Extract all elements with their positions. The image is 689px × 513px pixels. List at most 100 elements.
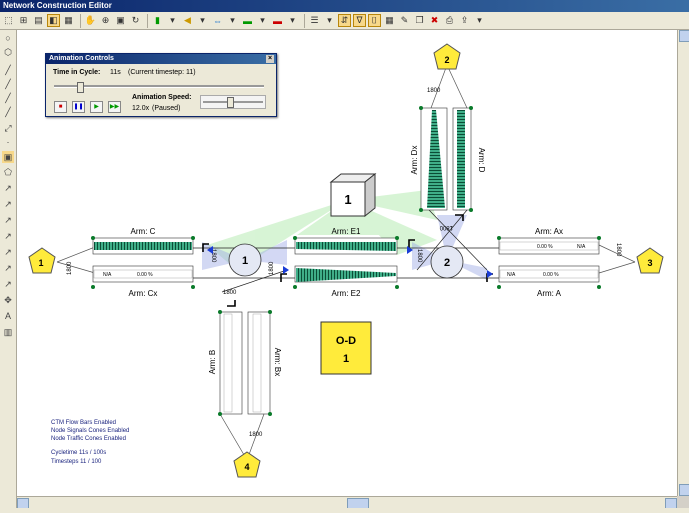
- node-1[interactable]: 1: [228, 243, 262, 277]
- arm-cx-pct: 0.00 %: [137, 272, 153, 278]
- connector-lines: [56, 64, 636, 461]
- arm-b-capacity: 1800: [223, 290, 237, 296]
- status-bar: [0, 508, 689, 513]
- speed-slider[interactable]: [200, 95, 266, 109]
- time-in-cycle-value: 11s: [110, 69, 121, 76]
- link-icon[interactable]: ⇔: [211, 14, 224, 27]
- save-icon[interactable]: ▤: [32, 14, 45, 27]
- time-slider[interactable]: [54, 82, 264, 93]
- arm-d-label: Arm: D: [477, 148, 486, 173]
- arm-cx-na: N/A: [103, 272, 112, 278]
- arrow-tool-icon[interactable]: ↗: [2, 278, 14, 290]
- delete-icon[interactable]: ✖: [428, 14, 441, 27]
- pause-button[interactable]: ❚❚: [72, 101, 85, 113]
- chevron-down-icon[interactable]: ▾: [166, 14, 179, 27]
- brush-tool-icon[interactable]: ╱: [2, 92, 14, 104]
- info-signal-cones: Node Signals Cones Enabled: [51, 428, 130, 434]
- connector-tool-icon[interactable]: ⤢: [2, 122, 14, 134]
- arrow-left-icon[interactable]: ◀: [181, 14, 194, 27]
- flow-icon[interactable]: ⇵: [338, 14, 351, 27]
- red-bar-icon[interactable]: ▬: [271, 14, 284, 27]
- arrow-tool-icon[interactable]: ↗: [2, 198, 14, 210]
- arm-ax-capacity: 1800: [615, 243, 621, 257]
- export-icon[interactable]: ⇪: [458, 14, 471, 27]
- circle-tool-icon[interactable]: ○: [2, 32, 14, 44]
- info-timesteps: Timesteps 11 / 100: [51, 459, 102, 465]
- node-2[interactable]: 2: [430, 245, 464, 279]
- fit-icon[interactable]: ▣: [114, 14, 127, 27]
- grid-icon[interactable]: ▦: [62, 14, 75, 27]
- filter-icon[interactable]: ∇: [353, 14, 366, 27]
- speed-slider-thumb[interactable]: [227, 97, 235, 108]
- zoom-icon[interactable]: ⊕: [99, 14, 112, 27]
- scroll-up-arrow[interactable]: [679, 30, 689, 42]
- animation-dialog-title-text: Animation Controls: [49, 55, 114, 62]
- print-icon[interactable]: ⎙: [443, 14, 456, 27]
- animation-controls-dialog: Animation Controls × Time in Cycle: 11s …: [45, 53, 277, 117]
- stop-button[interactable]: ■: [54, 101, 67, 113]
- chevron-down-icon[interactable]: ▾: [196, 14, 209, 27]
- arm-a[interactable]: N/A 0.00 % Arm: A: [497, 265, 601, 298]
- hand-icon[interactable]: ✋: [84, 14, 97, 27]
- arm-tool-icon[interactable]: ◧: [47, 14, 60, 27]
- green-bar-icon[interactable]: ▬: [241, 14, 254, 27]
- line-tool-icon[interactable]: ╱: [2, 64, 14, 76]
- chevron-down-icon[interactable]: ▾: [226, 14, 239, 27]
- zone-1[interactable]: 1: [28, 247, 56, 274]
- animation-speed-value: 12.0x: [132, 105, 150, 112]
- chevron-down-icon[interactable]: ▾: [256, 14, 269, 27]
- chevron-down-icon[interactable]: ▾: [473, 14, 486, 27]
- animation-speed-state: (Paused): [152, 105, 181, 112]
- refresh-icon[interactable]: ↻: [129, 14, 142, 27]
- arm-e2[interactable]: Arm: E2: [293, 265, 399, 298]
- arrow-tool-icon[interactable]: ↗: [2, 214, 14, 226]
- layers-icon[interactable]: ☰: [308, 14, 321, 27]
- cube-tool-icon[interactable]: ⬡: [2, 46, 14, 58]
- table-icon[interactable]: ▦: [383, 14, 396, 27]
- arrow-tool-icon[interactable]: ↗: [2, 246, 14, 258]
- arm-ax[interactable]: 0.00 % N/A Arm: Ax: [497, 227, 601, 255]
- play-button[interactable]: ▶: [90, 101, 103, 113]
- arm-ax-na: N/A: [577, 244, 586, 250]
- green-line-tool-icon[interactable]: ╱: [2, 78, 14, 90]
- chevron-down-icon[interactable]: ▾: [323, 14, 336, 27]
- od-matrix-box[interactable]: O-D 1: [320, 321, 372, 375]
- arm-d[interactable]: Arm: D: [452, 106, 486, 212]
- move-tool-icon[interactable]: ✥: [2, 294, 14, 306]
- time-slider-thumb[interactable]: [76, 82, 84, 93]
- node-2-label: 2: [444, 257, 450, 269]
- fast-forward-button[interactable]: ▶▶: [108, 101, 121, 113]
- chart-tool-icon[interactable]: ▥: [2, 326, 14, 338]
- close-icon[interactable]: ×: [266, 55, 274, 63]
- signal-box-tool-icon[interactable]: ▣: [2, 151, 14, 163]
- dot-tool-icon[interactable]: ·: [2, 136, 14, 148]
- arm-c[interactable]: Arm: C: [91, 227, 195, 255]
- zone-4[interactable]: 4: [233, 451, 261, 478]
- traffic-light-icon[interactable]: ▮: [151, 14, 164, 27]
- vertical-scrollbar[interactable]: [677, 30, 689, 496]
- copy-icon[interactable]: ❐: [413, 14, 426, 27]
- arrow-tool-icon[interactable]: ↗: [2, 262, 14, 274]
- animation-speed-label: Animation Speed:: [132, 94, 192, 101]
- zone-tool-icon[interactable]: ⬠: [2, 166, 14, 178]
- text-tool-icon[interactable]: A: [2, 310, 14, 322]
- chevron-down-icon[interactable]: ▾: [286, 14, 299, 27]
- zone-2[interactable]: 2: [433, 43, 461, 70]
- scroll-down-arrow[interactable]: [679, 484, 689, 496]
- left-toolbox: ○ ⬡ ╱ ╱ ╱ ╱ ⤢ · ▣ ⬠ ↗ ↗ ↗ ↗ ↗ ↗ ↗ ✥ A ▥: [0, 30, 17, 513]
- zone-3-label: 3: [647, 258, 652, 268]
- zone-3[interactable]: 3: [636, 247, 664, 274]
- arm-b[interactable]: Arm: B: [208, 310, 243, 416]
- arm-cx[interactable]: N/A 0.00 % Arm: Cx: [91, 265, 195, 298]
- arm-a-pct: 0.00 %: [543, 272, 559, 278]
- signal-controller-box[interactable]: 1: [329, 172, 377, 218]
- arrow-tool-icon[interactable]: ↗: [2, 182, 14, 194]
- select-tool-icon[interactable]: ⬚: [2, 14, 15, 27]
- arrow-tool-icon[interactable]: ↗: [2, 230, 14, 242]
- signal-icon[interactable]: ⌷: [368, 14, 381, 27]
- network-icon[interactable]: ⊞: [17, 14, 30, 27]
- arm-bx[interactable]: Arm: Bx: [247, 310, 282, 416]
- main-toolbar: ⬚ ⊞ ▤ ◧ ▦ ✋ ⊕ ▣ ↻ ▮ ▾ ◀ ▾ ⇔ ▾ ▬ ▾ ▬ ▾ ☰ …: [0, 12, 689, 30]
- pen-tool-icon[interactable]: ╱: [2, 106, 14, 118]
- pencil-icon[interactable]: ✎: [398, 14, 411, 27]
